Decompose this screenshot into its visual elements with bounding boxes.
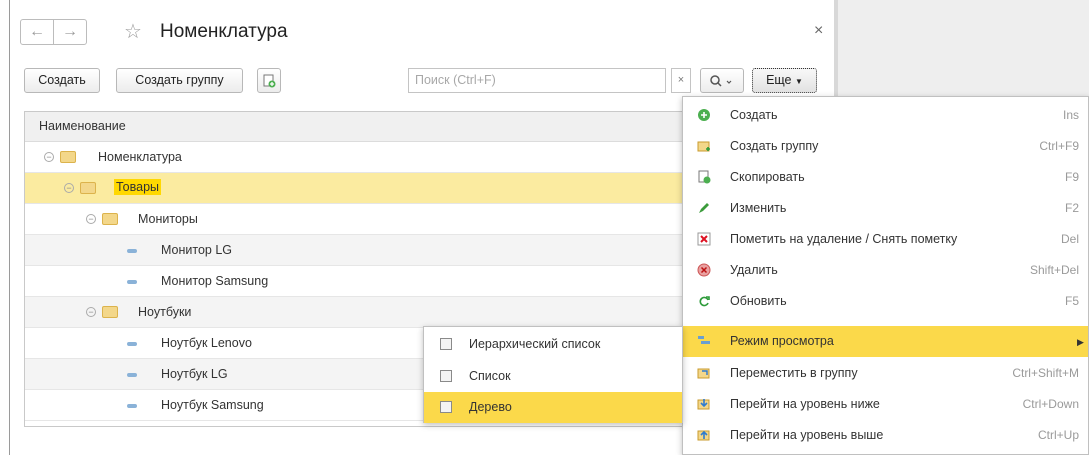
collapse-icon[interactable]: − [86,214,96,224]
folder-icon [60,151,76,163]
table-row[interactable] [25,297,684,328]
table-row[interactable] [25,266,684,297]
submenu-arrow-icon: ▶ [1077,337,1084,347]
submenu-item-label: Дерево [469,400,512,414]
page-title: Номенклатура [160,21,288,42]
forward-arrow-icon: → [62,23,78,40]
close-icon[interactable]: × [814,22,823,40]
menu-item-label: Создать группу [730,139,819,153]
hierarchical-list-icon [440,338,452,350]
window-left-border [9,0,10,455]
row-label: Монитор Samsung [161,274,269,288]
menu-item-shortcut: F2 [1064,201,1079,215]
menu-item-label: Перейти на уровень ниже [730,397,880,411]
menu-item-label: Перейти на уровень выше [730,428,884,442]
row-label: Ноутбук LG [161,367,228,381]
menu-item-shortcut: F5 [1064,294,1079,308]
item-icon [127,249,137,253]
more-button[interactable]: Еще ▼ [752,68,817,93]
menu-item-shortcut: Ctrl+Down [1022,397,1079,411]
column-header-name[interactable]: Наименование [39,119,126,133]
collapse-icon[interactable]: − [44,152,54,162]
menu-item-label: Скопировать [730,170,805,184]
refresh-icon [697,294,711,308]
table-row[interactable] [25,235,684,266]
level-up-icon [697,428,711,442]
tree-icon [440,401,452,413]
search-clear-icon[interactable]: × [671,68,691,93]
submenu-item-label: Иерархический список [469,337,601,351]
menu-item-label: Создать [730,108,778,122]
submenu-item-tree[interactable] [424,392,682,423]
submenu-item-list[interactable] [424,361,682,392]
copy-button[interactable] [257,68,281,93]
collapse-icon[interactable]: − [64,183,74,193]
pencil-icon [697,201,711,215]
forward-button[interactable]: → [53,19,87,45]
row-label: Ноутбуки [138,305,192,319]
list-icon [440,370,452,382]
mark-delete-icon [697,232,711,246]
create-group-button[interactable]: Создать группу [116,68,243,93]
menu-item-label: Обновить [730,294,787,308]
row-label: Ноутбук Samsung [161,398,264,412]
item-icon [127,280,137,284]
menu-item-shortcut: Shift+Del [1029,263,1079,277]
folder-icon [102,213,118,225]
view-mode-icon [697,334,711,348]
menu-item-label: Пометить на удаление / Снять пометку [730,232,958,246]
row-label: Мониторы [138,212,198,226]
copy-icon [697,170,711,184]
folder-icon [102,306,118,318]
level-down-icon [697,397,711,411]
row-label: Монитор LG [161,243,233,257]
item-icon [127,342,137,346]
back-button[interactable]: ← [20,19,54,45]
search-input[interactable]: Поиск (Ctrl+F) [408,68,666,93]
table-row[interactable] [25,204,684,235]
favorite-star-icon[interactable]: ☆ [124,22,142,42]
back-arrow-icon: ← [29,23,45,40]
search-icon [710,75,732,87]
item-icon [127,404,137,408]
menu-item-shortcut: Ctrl+F9 [1039,139,1079,153]
menu-item-label: Изменить [730,201,787,215]
row-label: Номенклатура [98,150,182,164]
folder-icon [80,182,96,194]
create-button[interactable]: Создать [24,68,100,93]
collapse-icon[interactable]: − [86,307,96,317]
plus-circle-icon [697,108,711,122]
menu-item-label: Переместить в группу [730,366,858,380]
row-label: Товары [114,179,161,195]
copy-icon [263,74,276,88]
menu-item-label: Режим просмотра [730,334,834,348]
item-icon [127,373,137,377]
search-button[interactable] [700,68,744,93]
menu-item-shortcut: Ctrl+Up [1037,428,1079,442]
row-label-wrap: Товары [114,179,161,195]
more-label: Еще [766,73,792,87]
menu-item-shortcut: Del [1060,232,1079,246]
side-panel [838,0,1089,96]
folder-add-icon [697,139,711,153]
menu-item-shortcut: F9 [1064,170,1079,184]
menu-item-shortcut: Ctrl+Shift+M [1012,366,1079,380]
menu-item-shortcut: Ins [1062,108,1079,122]
submenu-item-label: Список [469,369,511,383]
chevron-down-icon: ▼ [795,77,803,86]
delete-icon [697,263,711,277]
row-label: Ноутбук Lenovo [161,336,252,350]
menu-item-label: Удалить [730,263,778,277]
move-to-group-icon [697,366,711,380]
